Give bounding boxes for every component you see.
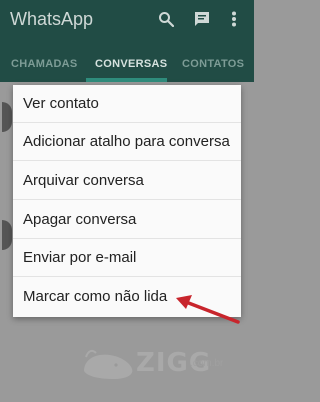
menu-item-label: Apagar conversa — [23, 211, 137, 228]
search-icon[interactable] — [158, 11, 175, 32]
menu-item-arquivar[interactable]: Arquivar conversa — [13, 162, 241, 200]
tab-contatos[interactable]: CONTATOS — [182, 58, 244, 70]
menu-item-label: Marcar como não lida — [23, 288, 168, 305]
whale-logo-icon — [84, 349, 133, 379]
overflow-menu-icon[interactable] — [231, 11, 237, 32]
red-arrow-annotation — [176, 295, 240, 324]
menu-item-label: Enviar por e-mail — [23, 249, 137, 266]
context-menu: Ver contato Adicionar atalho para conver… — [13, 85, 241, 317]
app-title: WhatsApp — [10, 9, 94, 29]
menu-item-adicionar-atalho[interactable]: Adicionar atalho para conversa — [13, 123, 241, 161]
watermark-suffix: .com.br — [190, 358, 224, 369]
menu-item-label: Ver contato — [23, 95, 99, 112]
menu-item-ver-contato[interactable]: Ver contato — [13, 85, 241, 123]
avatar — [2, 220, 12, 250]
menu-item-label: Arquivar conversa — [23, 172, 144, 189]
menu-item-apagar[interactable]: Apagar conversa — [13, 201, 241, 239]
avatar — [2, 102, 12, 132]
new-chat-icon[interactable] — [194, 11, 210, 32]
app-bar: WhatsApp CHAMADAS CONVERSAS CONTATOS — [0, 0, 254, 82]
tab-chamadas[interactable]: CHAMADAS — [11, 58, 78, 70]
tab-conversas[interactable]: CONVERSAS — [95, 58, 167, 70]
menu-item-label: Adicionar atalho para conversa — [23, 133, 230, 150]
menu-item-enviar-email[interactable]: Enviar por e-mail — [13, 239, 241, 277]
